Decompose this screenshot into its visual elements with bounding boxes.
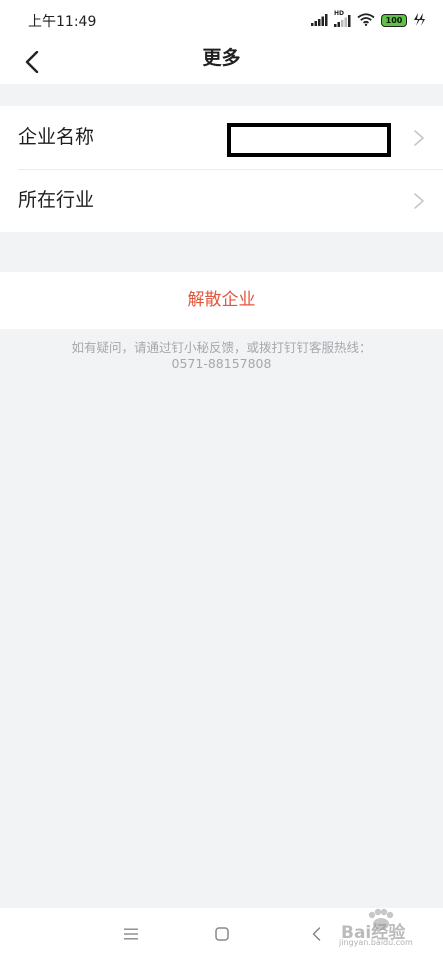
status-time: 上午11:49: [28, 14, 97, 30]
support-hotline: 0571-88157808: [171, 356, 272, 371]
industry-row[interactable]: 所在行业: [0, 169, 443, 232]
hd-signal-icon: HD: [334, 10, 351, 27]
system-nav-bar: [0, 908, 443, 960]
nav-bar: 更多: [0, 40, 443, 84]
dissolve-group: 解散企业: [0, 272, 443, 329]
support-hint: 如有疑问，请通过钉小秘反馈，或拨打钉钉客服热线： 0571-88157808: [0, 340, 443, 372]
back-button[interactable]: [14, 44, 50, 80]
back-icon: [312, 927, 320, 941]
company-name-value-redacted: [227, 123, 391, 157]
company-name-label: 企业名称: [18, 126, 95, 148]
company-info-group: 企业名称 所在行业: [0, 106, 443, 232]
battery-icon: 100: [381, 13, 407, 27]
home-button[interactable]: [210, 922, 234, 946]
wifi-icon: [357, 11, 375, 30]
company-name-row[interactable]: 企业名称: [0, 106, 443, 169]
back-arrow-icon: [25, 51, 39, 73]
signal-icon: [311, 11, 328, 30]
menu-icon: [124, 928, 138, 940]
menu-button[interactable]: [119, 922, 143, 946]
page-title: 更多: [202, 47, 241, 69]
industry-label: 所在行业: [18, 189, 95, 211]
support-hint-text: 如有疑问，请通过钉小秘反馈，或拨打钉钉客服热线：: [71, 340, 372, 355]
status-icons: HD 100: [311, 10, 425, 30]
status-bar: 上午11:49 HD 100: [0, 0, 443, 40]
charging-icon: [413, 11, 425, 30]
home-icon: [215, 927, 229, 941]
system-back-button[interactable]: [304, 922, 328, 946]
chevron-right-icon: [414, 193, 424, 209]
dissolve-company-button[interactable]: 解散企业: [0, 272, 443, 329]
chevron-right-icon: [414, 130, 424, 146]
